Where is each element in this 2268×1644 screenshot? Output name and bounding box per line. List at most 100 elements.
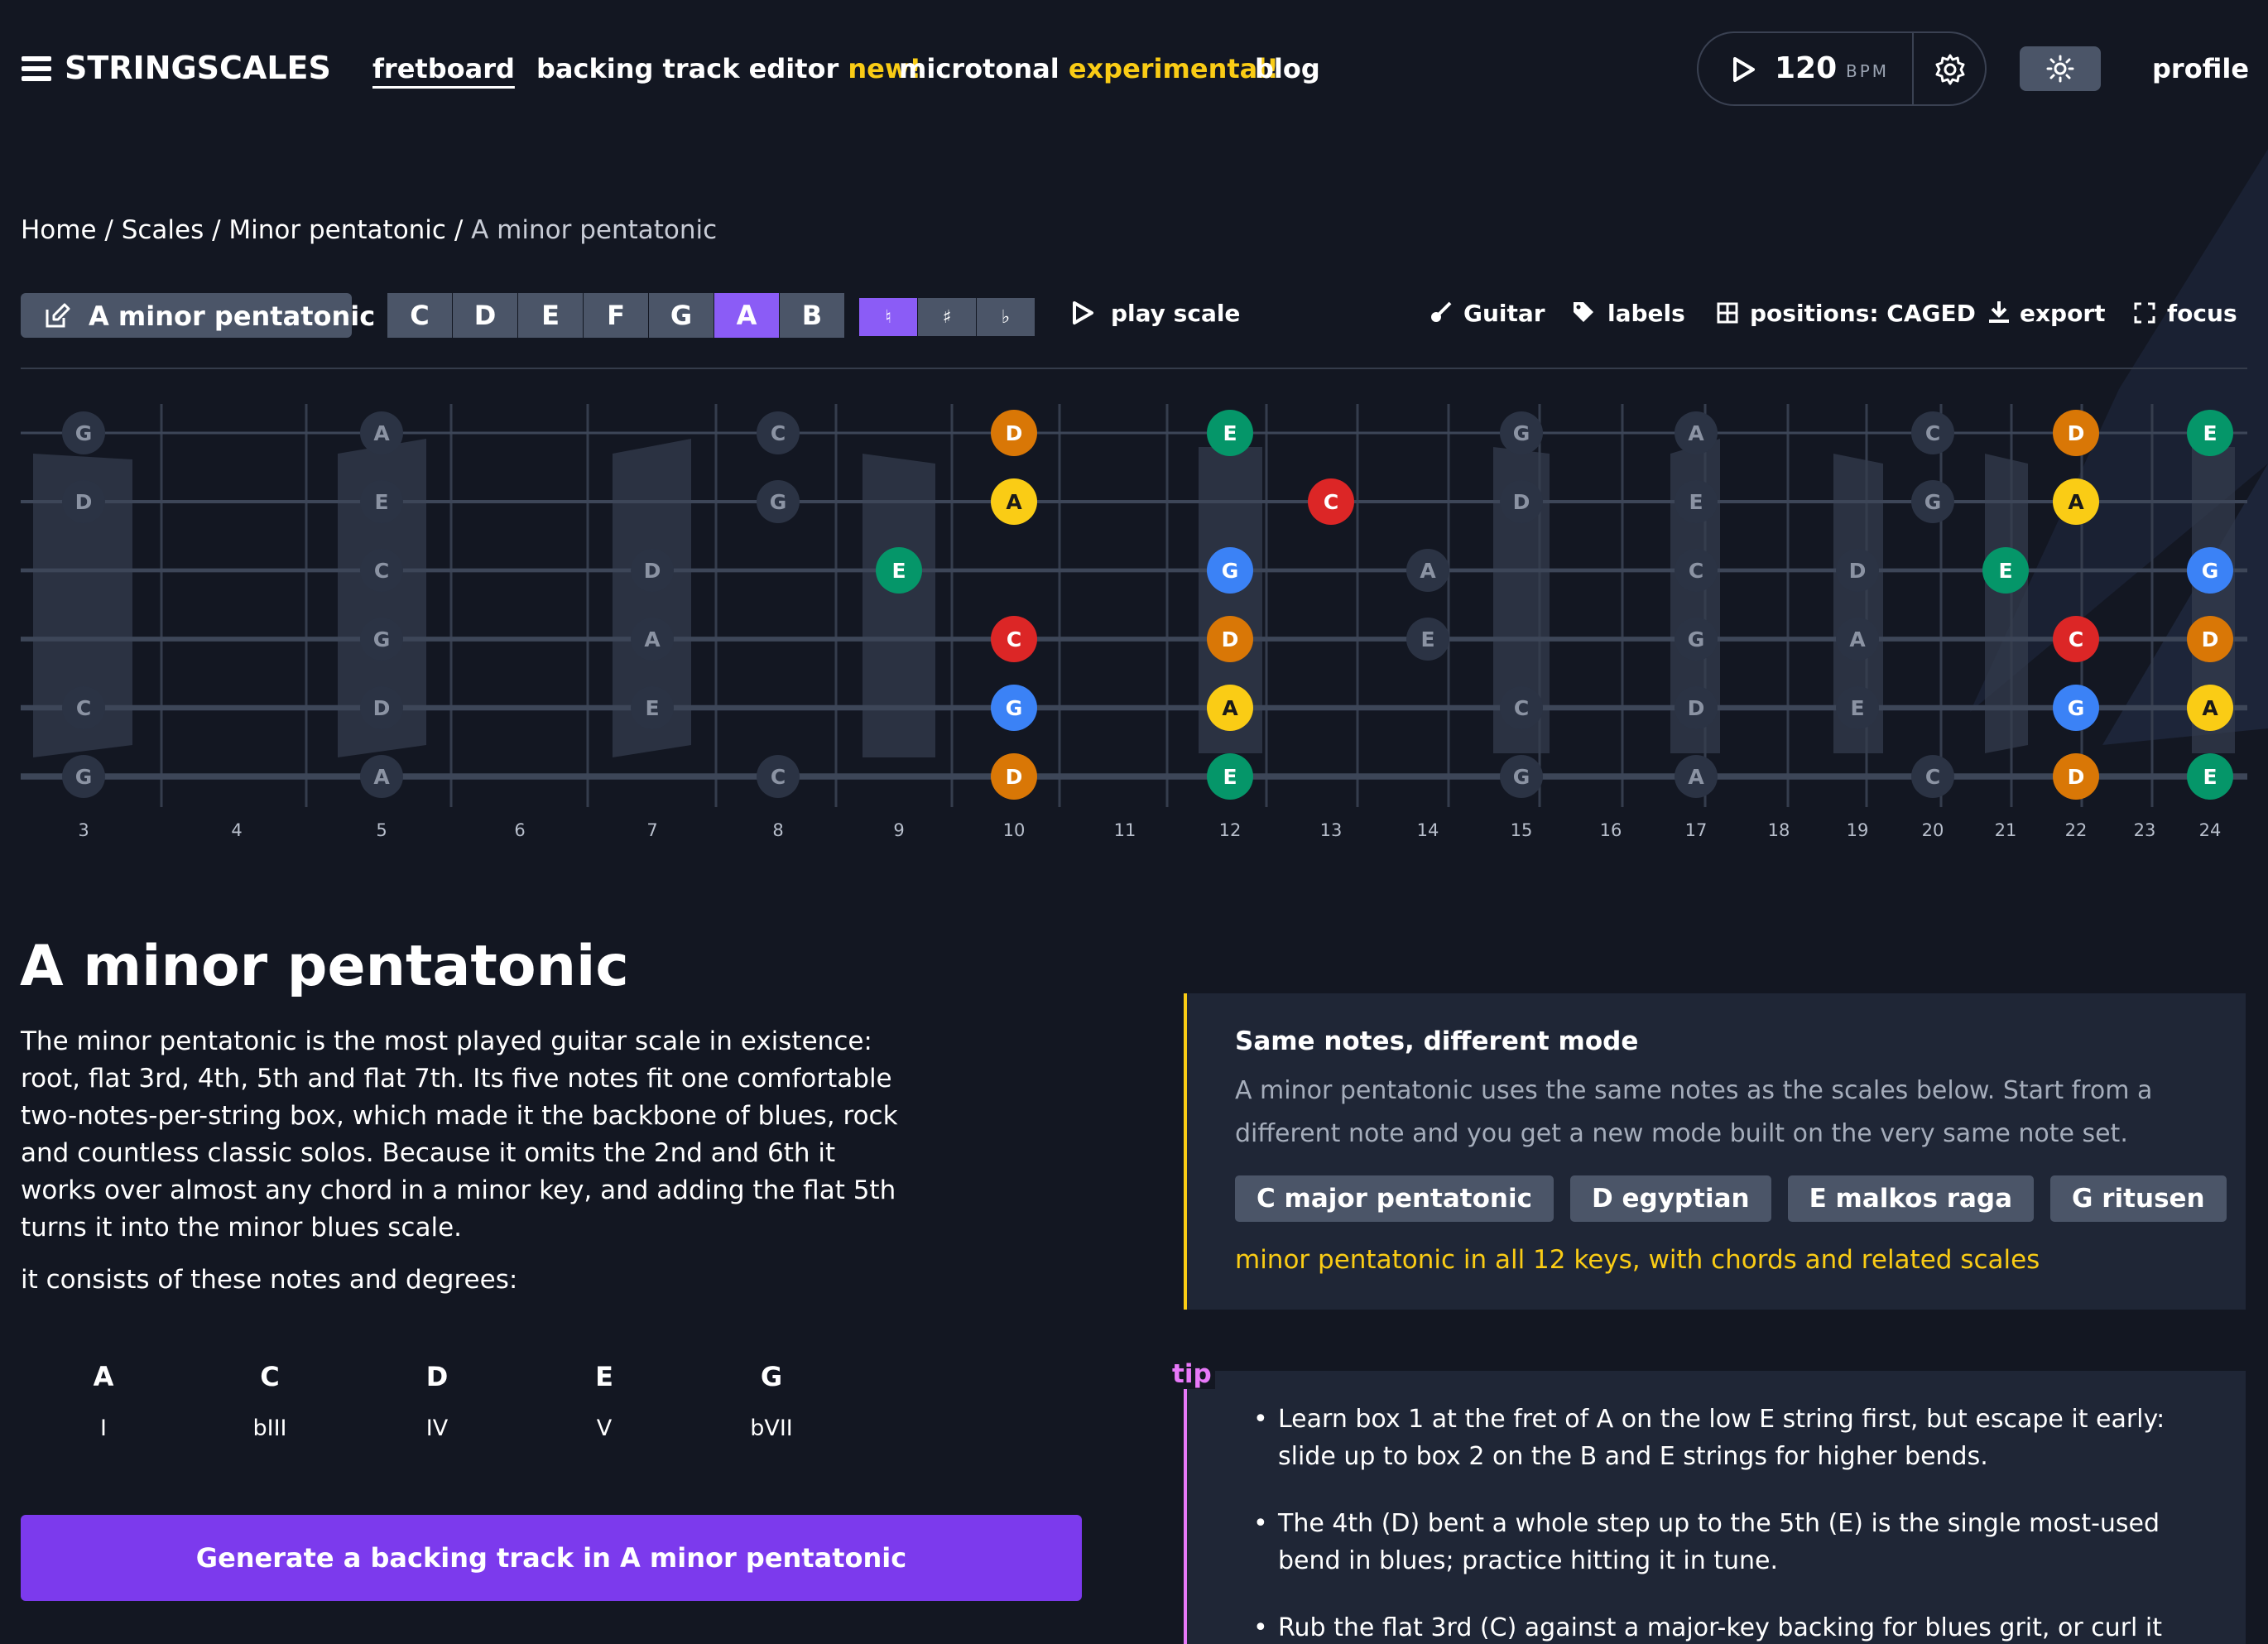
breadcrumb-scales[interactable]: Scales <box>122 215 204 245</box>
export-button[interactable]: export <box>1987 300 2106 327</box>
note-marker[interactable]: G <box>1207 547 1253 594</box>
note-marker[interactable]: A <box>360 755 403 798</box>
note-marker[interactable]: A <box>2187 685 2233 731</box>
note-marker[interactable]: C <box>757 755 800 798</box>
note-marker[interactable]: C <box>757 411 800 454</box>
note-marker[interactable]: D <box>2187 616 2233 662</box>
note-marker[interactable]: C <box>1675 549 1718 592</box>
profile-link[interactable]: profile <box>2152 53 2249 84</box>
note-marker[interactable]: D <box>62 480 105 523</box>
note-marker[interactable]: A <box>360 411 403 454</box>
nav-link-fretboard[interactable]: fretboard <box>372 53 515 84</box>
note-marker[interactable]: E <box>1675 480 1718 523</box>
note-marker[interactable]: D <box>360 686 403 729</box>
note-marker[interactable]: E <box>2187 410 2233 456</box>
key-d-button[interactable]: D <box>453 293 517 338</box>
natural-button[interactable]: ♮ <box>859 298 917 336</box>
note-marker[interactable]: A <box>1836 618 1879 661</box>
note-marker[interactable]: C <box>1500 686 1543 729</box>
mode-chip[interactable]: G ritusen <box>2050 1175 2227 1222</box>
sharp-button[interactable]: ♯ <box>918 298 976 336</box>
note-marker[interactable]: D <box>991 753 1037 800</box>
labels-button[interactable]: labels <box>1571 300 1685 327</box>
nav-link-microtonal[interactable]: microtonal experimental! <box>899 53 1279 84</box>
instrument-button[interactable]: Guitar <box>1429 300 1545 327</box>
breadcrumb-minor-pentatonic[interactable]: Minor pentatonic <box>228 215 446 245</box>
note-marker[interactable]: D <box>991 410 1037 456</box>
svg-text:D: D <box>1006 421 1023 445</box>
nav-link-backing-track-editor[interactable]: backing track editor new! <box>536 53 921 84</box>
note-marker[interactable]: G <box>360 618 403 661</box>
note-marker[interactable]: C <box>1308 478 1354 525</box>
mode-chip[interactable]: D egyptian <box>1569 1175 1771 1222</box>
note-marker[interactable]: G <box>1500 411 1543 454</box>
note-marker[interactable]: A <box>1675 755 1718 798</box>
note-marker[interactable]: E <box>1406 618 1449 661</box>
note-marker[interactable]: C <box>62 686 105 729</box>
note-marker[interactable]: A <box>1406 549 1449 592</box>
svg-text:A: A <box>373 421 390 445</box>
note-marker[interactable]: E <box>1982 547 2029 594</box>
positions-button[interactable]: positions: CAGED <box>1717 300 1976 327</box>
note-marker[interactable]: A <box>1675 411 1718 454</box>
note-marker[interactable]: G <box>1500 755 1543 798</box>
play-icon[interactable] <box>1732 56 1756 83</box>
breadcrumb-home[interactable]: Home <box>21 215 97 245</box>
key-f-button[interactable]: F <box>584 293 648 338</box>
generate-backing-track-button[interactable]: Generate a backing track in A minor pent… <box>21 1515 1082 1601</box>
svg-text:G: G <box>1006 696 1023 720</box>
menu-icon[interactable] <box>22 56 51 81</box>
note-marker[interactable]: G <box>991 685 1037 731</box>
note-marker[interactable]: G <box>62 755 105 798</box>
note-marker[interactable]: G <box>62 411 105 454</box>
note-marker[interactable]: E <box>1836 686 1879 729</box>
play-scale-button[interactable]: play scale <box>1071 300 1240 327</box>
note-marker[interactable]: E <box>1207 753 1253 800</box>
note-marker[interactable]: G <box>757 480 800 523</box>
scale-select-button[interactable]: A minor pentatonic <box>21 293 375 338</box>
position-box[interactable] <box>863 454 935 757</box>
logo[interactable]: STRINGSCALES <box>65 50 331 86</box>
mode-chip[interactable]: E malkos raga <box>1787 1175 2035 1222</box>
note-marker[interactable]: D <box>1500 480 1543 523</box>
note-marker[interactable]: C <box>360 549 403 592</box>
theme-toggle-button[interactable] <box>2020 46 2101 91</box>
mode-chip[interactable]: C major pentatonic <box>1235 1175 1554 1222</box>
note-marker[interactable]: C <box>1911 755 1954 798</box>
note-marker[interactable]: A <box>991 478 1037 525</box>
all-keys-link[interactable]: minor pentatonic in all 12 keys, with ch… <box>1235 1245 2040 1275</box>
nav-link-blog[interactable]: blog <box>1255 53 1320 84</box>
degree-item: AI <box>54 1361 153 1441</box>
note-marker[interactable]: D <box>2053 753 2099 800</box>
note-marker[interactable]: E <box>2187 753 2233 800</box>
note-marker[interactable]: A <box>631 618 674 661</box>
note-marker[interactable]: C <box>2053 616 2099 662</box>
focus-button[interactable]: focus <box>2134 300 2237 327</box>
note-marker[interactable]: D <box>1675 686 1718 729</box>
note-marker[interactable]: D <box>2053 410 2099 456</box>
note-marker[interactable]: A <box>2053 478 2099 525</box>
key-b-button[interactable]: B <box>780 293 844 338</box>
bpm-value[interactable]: 120 <box>1775 51 1837 85</box>
note-marker[interactable]: E <box>876 547 922 594</box>
note-marker[interactable]: C <box>1911 411 1954 454</box>
key-e-button[interactable]: E <box>518 293 583 338</box>
note-marker[interactable]: E <box>631 686 674 729</box>
note-marker[interactable]: D <box>1207 616 1253 662</box>
fretboard[interactable]: G D C G A E C G D A D A E C G C E D A C G D E G D A E C A E G D C G A E C G D A… <box>0 389 2268 861</box>
note-marker[interactable]: A <box>1207 685 1253 731</box>
gear-icon[interactable] <box>1934 53 1967 86</box>
note-marker[interactable]: G <box>1911 480 1954 523</box>
note-marker[interactable]: C <box>991 616 1037 662</box>
note-marker[interactable]: D <box>631 549 674 592</box>
note-marker[interactable]: G <box>1675 618 1718 661</box>
key-a-button[interactable]: A <box>714 293 779 338</box>
note-marker[interactable]: G <box>2053 685 2099 731</box>
note-marker[interactable]: E <box>1207 410 1253 456</box>
note-marker[interactable]: D <box>1836 549 1879 592</box>
flat-button[interactable]: ♭ <box>977 298 1035 336</box>
note-marker[interactable]: G <box>2187 547 2233 594</box>
note-marker[interactable]: E <box>360 480 403 523</box>
key-g-button[interactable]: G <box>649 293 714 338</box>
key-c-button[interactable]: C <box>387 293 452 338</box>
